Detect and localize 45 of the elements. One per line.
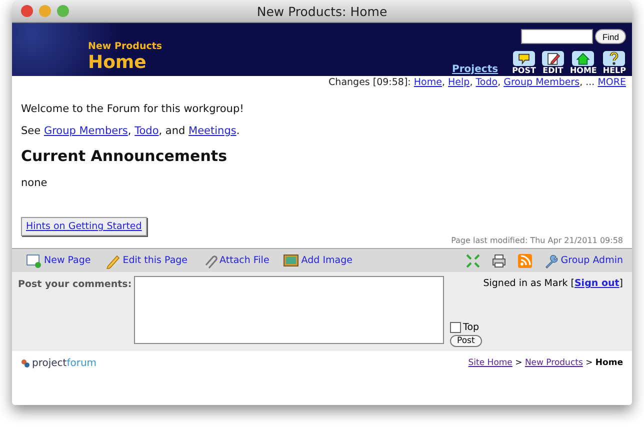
search-field[interactable]	[521, 29, 594, 44]
find-button[interactable]: Find	[595, 29, 626, 44]
breadcrumb: Site Home > New Products > Home	[468, 358, 623, 368]
comment-field[interactable]	[134, 276, 444, 344]
checkbox[interactable]	[450, 322, 461, 333]
signed-in-text: Signed in as Mark [Sign out]	[482, 277, 623, 291]
print-icon[interactable]	[490, 252, 507, 268]
link[interactable]: Todo	[476, 77, 498, 88]
new-page-icon[interactable]	[26, 252, 42, 268]
toolbar-link[interactable]: New Page	[44, 255, 91, 266]
checkbox-label: Top	[463, 322, 480, 333]
link[interactable]: Site Home	[468, 358, 512, 368]
post-button[interactable]: Post	[450, 335, 482, 347]
window-control[interactable]	[21, 5, 33, 17]
link[interactable]: Todo	[134, 125, 159, 137]
comments-label: Post your comments:	[18, 278, 133, 292]
link[interactable]: Help	[448, 77, 470, 88]
link[interactable]: MORE	[598, 77, 626, 88]
last-modified: Page last modified: Thu Apr 21/2011 09:58	[451, 236, 623, 247]
recent-changes: Changes [09:58]: Home, Help, Todo, Group Members, ... MORE	[328, 76, 627, 89]
expand-icon[interactable]	[464, 252, 481, 268]
link[interactable]: Meetings	[188, 125, 236, 137]
link[interactable]: New Products	[524, 358, 583, 368]
link[interactable]: Group Members	[504, 77, 580, 88]
hints-button[interactable]: Hints on Getting Started	[21, 217, 147, 236]
window-title: New Products: Home	[256, 4, 388, 18]
see-text: See Group Members, Todo, and Meetings.	[21, 125, 241, 137]
page-title: Home	[88, 52, 148, 73]
link[interactable]: Sign out	[574, 278, 620, 289]
projects-link[interactable]: Projects	[452, 64, 498, 75]
announcement-text: none	[21, 177, 48, 189]
group-name: New Products	[88, 41, 162, 52]
window-control[interactable]	[57, 5, 69, 17]
toolbar-link[interactable]: Edit this Page	[122, 255, 188, 266]
image-icon[interactable]	[283, 252, 300, 268]
link[interactable]: Home	[414, 77, 442, 88]
toolbar-link[interactable]: Add Image	[301, 255, 352, 266]
welcome-text: Welcome to the Forum for this workgroup!	[21, 103, 245, 115]
toolbar-link[interactable]: Attach File	[220, 255, 270, 266]
rss-icon[interactable]	[516, 252, 533, 268]
pencil-icon[interactable]	[104, 252, 121, 268]
group-admin-link[interactable]: Group Admin	[560, 255, 623, 266]
link[interactable]: Group Members	[44, 125, 128, 137]
logo: projectforum	[21, 358, 97, 369]
section-heading: Current Announcements	[21, 147, 228, 165]
